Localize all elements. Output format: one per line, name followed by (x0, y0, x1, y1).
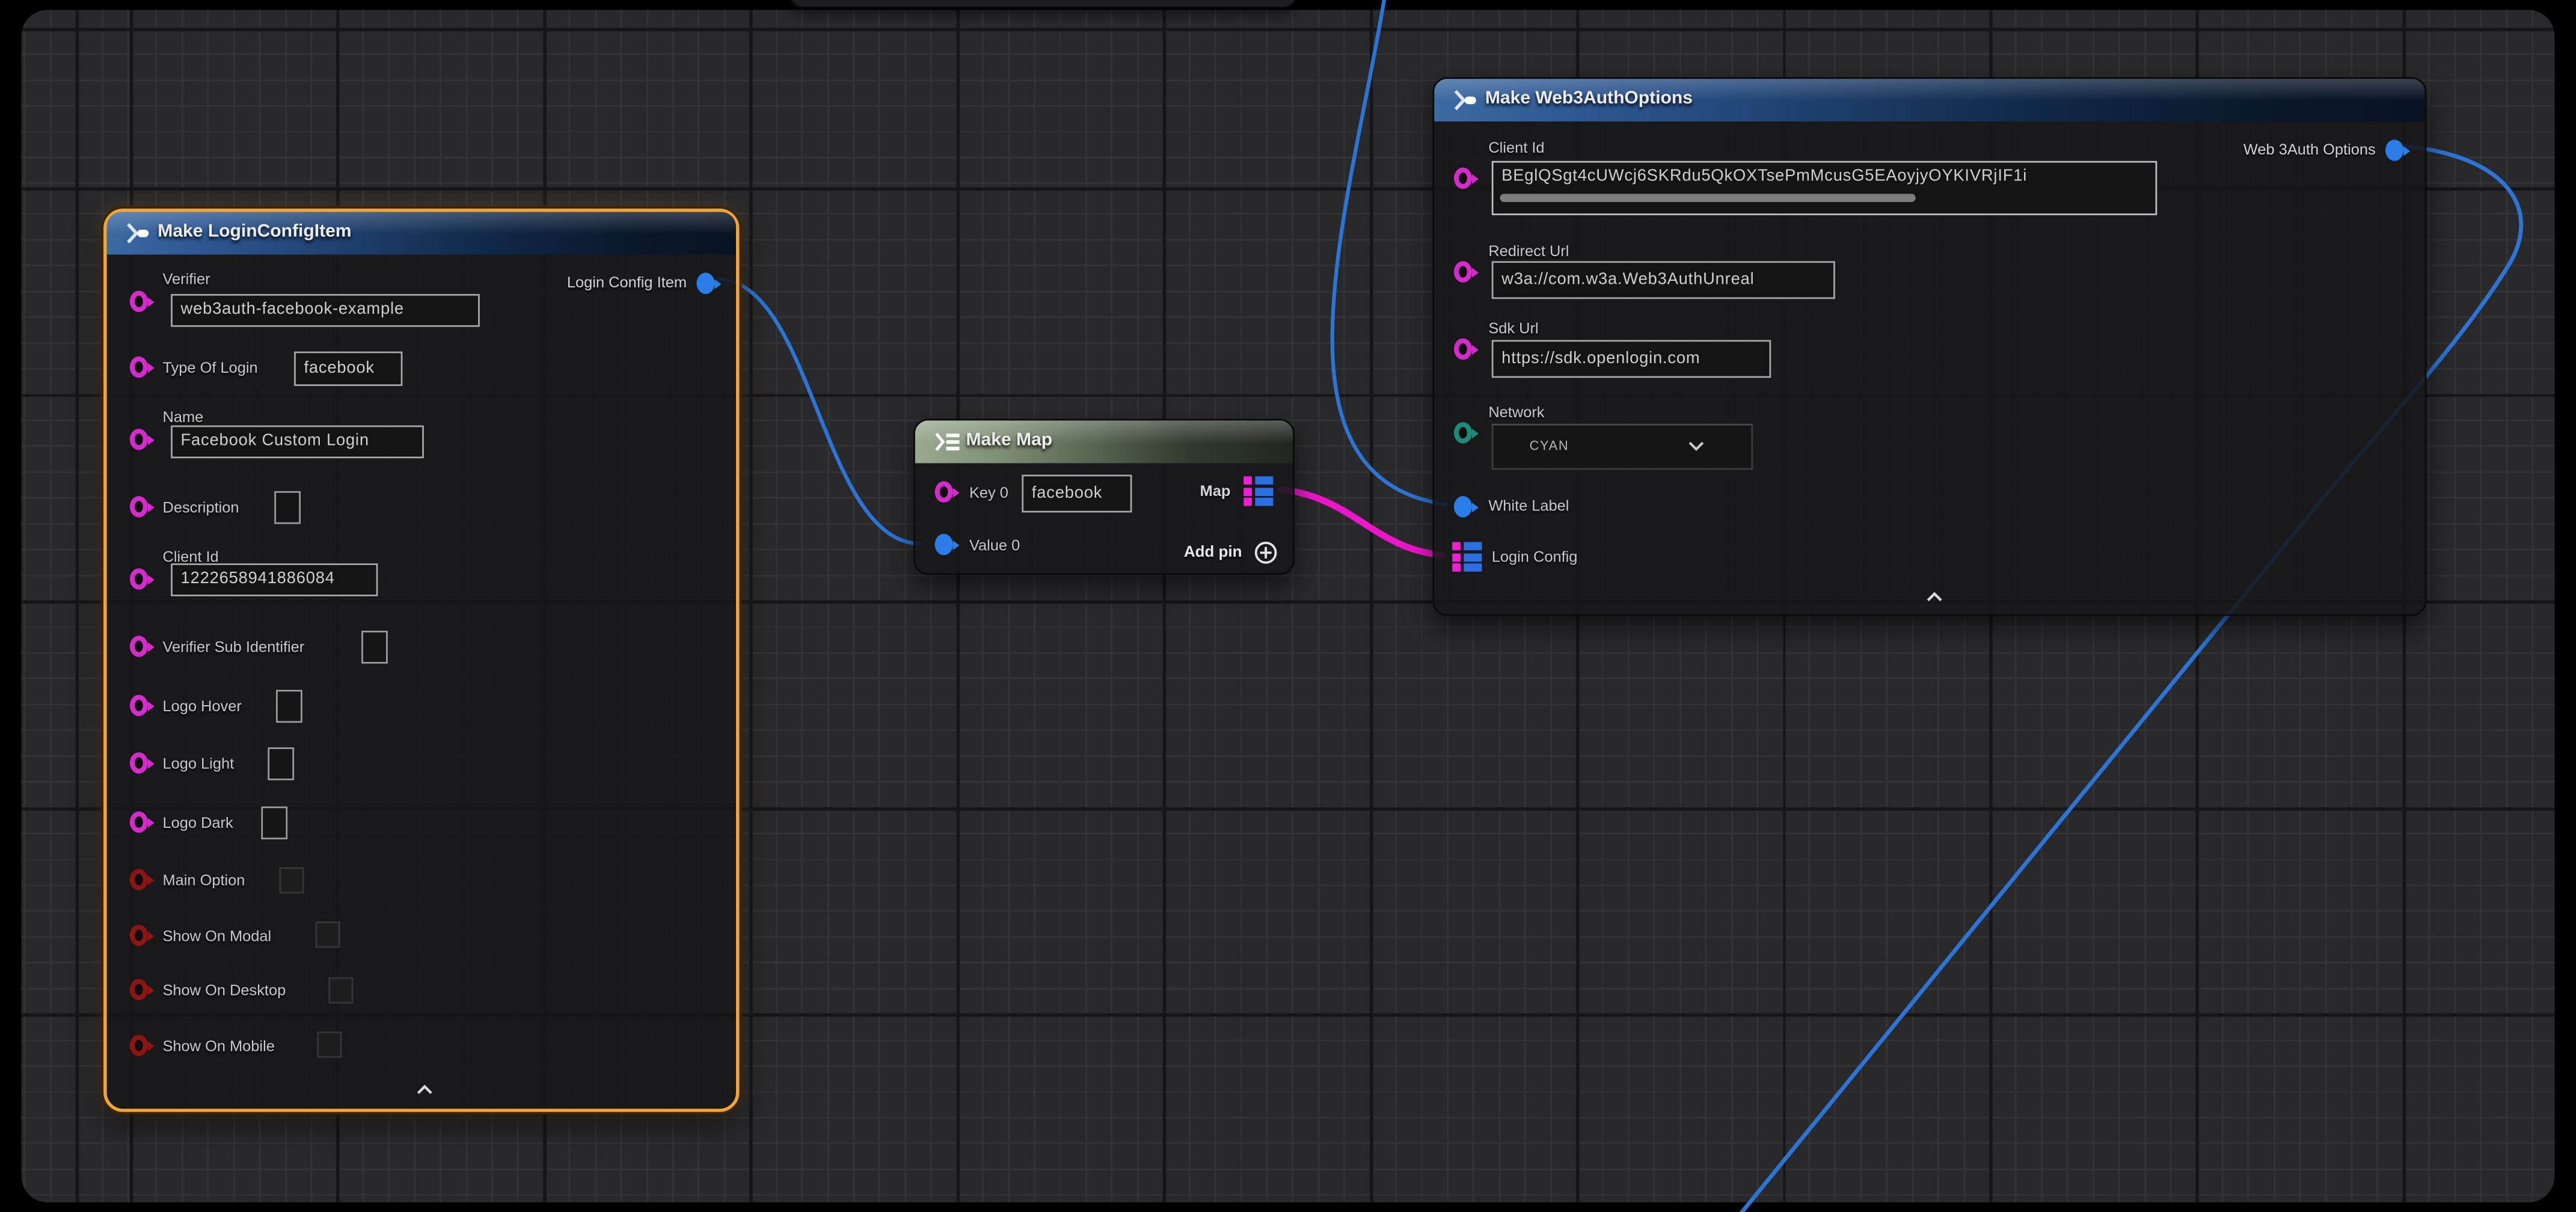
main-option-checkbox[interactable] (279, 868, 304, 894)
node-make-loginconfigitem[interactable]: Make LoginConfigItem Verifier web3auth-f… (103, 209, 739, 1112)
make-struct-icon (125, 222, 150, 245)
sdk-url-label: Sdk Url (1488, 320, 1538, 337)
redirect-url-label: Redirect Url (1488, 243, 1569, 259)
show-on-mobile-label: Show On Mobile (162, 1038, 274, 1054)
login-config-label: Login Config (1492, 549, 1578, 565)
key0-label: Key 0 (969, 485, 1008, 501)
client-id-input[interactable]: BEglQSgt4cUWcj6SKRdu5QkOXTsePmMcusG5EAoy… (1492, 161, 2157, 215)
white-label-label: White Label (1488, 498, 1569, 514)
node-title: Make Web3AuthOptions (1485, 88, 1693, 108)
redirect-url-pin[interactable] (1454, 261, 1472, 283)
login-config-pin[interactable] (1452, 542, 1482, 572)
sdk-url-pin[interactable] (1454, 338, 1472, 360)
logo-hover-input[interactable] (276, 690, 302, 723)
node-make-web3authoptions[interactable]: Make Web3AuthOptions Client Id BEglQSgt4… (1432, 77, 2426, 616)
node-header[interactable]: Make Web3AuthOptions (1434, 79, 2424, 121)
node-make-map[interactable]: Make Map Key 0 facebook Map Value 0 Add … (913, 419, 1295, 575)
map-output-pin[interactable] (1244, 476, 1273, 506)
logo-light-pin[interactable] (130, 752, 148, 774)
network-pin[interactable] (1454, 422, 1472, 444)
network-selected-value: CYAN (1530, 438, 1569, 453)
value0-label: Value 0 (969, 537, 1020, 553)
name-label: Name (162, 409, 203, 425)
verifier-sub-identifier-pin[interactable] (130, 635, 148, 657)
client-id-pin[interactable] (1454, 168, 1472, 189)
description-pin[interactable] (130, 496, 148, 518)
login-config-item-output-label: Login Config Item (567, 274, 687, 290)
add-pin-icon[interactable] (1254, 540, 1278, 565)
client-id-input[interactable]: 1222658941886084 (171, 563, 378, 596)
verifier-sub-identifier-label: Verifier Sub Identifier (162, 639, 304, 655)
show-on-modal-pin[interactable] (130, 925, 148, 946)
value0-pin[interactable] (935, 534, 953, 556)
client-id-label: Client Id (162, 549, 218, 565)
verifier-label: Verifier (162, 271, 210, 287)
logo-dark-input[interactable] (261, 806, 287, 839)
map-output-label: Map (1200, 483, 1231, 499)
logo-hover-label: Logo Hover (162, 698, 241, 714)
show-on-modal-label: Show On Modal (162, 928, 271, 944)
show-on-desktop-pin[interactable] (130, 979, 148, 1000)
web3auth-options-output-pin[interactable] (2385, 139, 2403, 161)
network-dropdown[interactable]: CYAN (1492, 424, 1753, 470)
client-id-input-scrollbar[interactable] (1500, 194, 1915, 202)
show-on-desktop-checkbox[interactable] (328, 978, 353, 1004)
logo-light-label: Logo Light (162, 756, 234, 772)
description-input[interactable] (274, 491, 301, 524)
main-option-pin[interactable] (130, 869, 148, 890)
description-label: Description (162, 500, 239, 516)
collapse-chevron-icon[interactable] (1925, 592, 1943, 603)
show-on-modal-checkbox[interactable] (316, 922, 340, 948)
show-on-desktop-label: Show On Desktop (162, 982, 286, 999)
client-id-label: Client Id (1488, 139, 1544, 156)
wire-loginconfigitem-to-value0[interactable] (718, 279, 920, 543)
add-pin-button[interactable]: Add pin (1184, 543, 1242, 562)
name-pin[interactable] (130, 429, 148, 450)
node-header[interactable]: Make Map (915, 420, 1293, 463)
key0-pin[interactable] (935, 482, 953, 503)
make-struct-icon (1452, 89, 1477, 112)
node-header[interactable]: Make LoginConfigItem (107, 212, 736, 254)
logo-dark-pin[interactable] (130, 812, 148, 833)
redirect-url-input[interactable]: w3a://com.w3a.Web3AuthUnreal (1492, 261, 1835, 299)
verifier-pin[interactable] (130, 291, 148, 313)
client-id-pin[interactable] (130, 568, 148, 590)
node-title: Make LoginConfigItem (158, 221, 351, 240)
verifier-input[interactable]: web3auth-facebook-example (171, 294, 480, 327)
wire-top-to-whitelabel[interactable] (1332, 0, 1446, 504)
logo-light-input[interactable] (268, 747, 294, 780)
main-option-label: Main Option (162, 872, 245, 889)
logo-dark-label: Logo Dark (162, 815, 233, 831)
show-on-mobile-checkbox[interactable] (317, 1032, 342, 1058)
logo-hover-pin[interactable] (130, 695, 148, 717)
type-of-login-pin[interactable] (130, 357, 148, 378)
blueprint-graph-editor[interactable]: Make LoginConfigItem Verifier web3auth-f… (0, 0, 2576, 1212)
web3auth-options-output-label: Web 3Auth Options (2243, 141, 2376, 158)
network-label: Network (1488, 404, 1544, 420)
node-title: Make Map (966, 429, 1053, 449)
sdk-url-input[interactable]: https://sdk.openlogin.com (1492, 340, 1771, 378)
white-label-pin[interactable] (1454, 496, 1472, 518)
key0-input[interactable]: facebook (1022, 475, 1132, 513)
type-of-login-input[interactable]: facebook (294, 352, 402, 386)
name-input[interactable]: Facebook Custom Login (171, 426, 424, 459)
show-on-mobile-pin[interactable] (130, 1035, 148, 1056)
make-map-icon (933, 430, 961, 453)
type-of-login-label: Type Of Login (162, 360, 257, 376)
login-config-item-output-pin[interactable] (696, 273, 714, 295)
verifier-sub-identifier-input[interactable] (361, 631, 388, 664)
chevron-down-icon (1687, 440, 1705, 451)
collapse-chevron-icon[interactable] (416, 1084, 434, 1095)
